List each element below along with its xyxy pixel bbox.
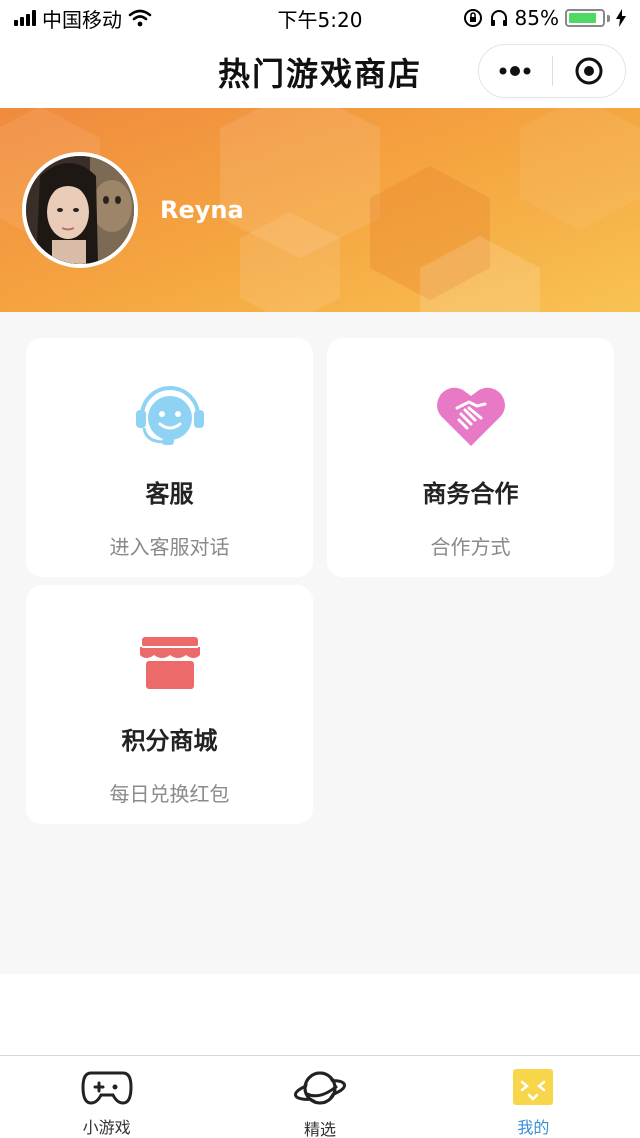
- username: Reyna: [160, 196, 244, 224]
- status-left: 中国移动: [14, 4, 152, 33]
- status-right: 85%: [463, 6, 626, 30]
- profile-banner: Reyna: [0, 108, 640, 312]
- tab-mine[interactable]: 我的: [427, 1056, 640, 1138]
- bottom-tab-bar: 小游戏 精选 我的: [0, 1055, 640, 1138]
- tab-label: 小游戏: [82, 1118, 131, 1137]
- tab-label: 我的: [517, 1118, 550, 1137]
- handshake-heart-icon: [435, 384, 507, 448]
- avatar-photo: [26, 156, 134, 264]
- battery-icon: [565, 9, 610, 27]
- points-mall-card[interactable]: 积分商城 每日兑换红包: [26, 585, 313, 824]
- headphones-icon: [490, 10, 507, 26]
- signal-icon: [14, 10, 36, 26]
- face-icon: [512, 1066, 554, 1108]
- page-title: 热门游戏商店: [217, 55, 422, 93]
- tab-label: 精选: [303, 1120, 336, 1138]
- gamepad-icon: [81, 1066, 133, 1108]
- nav-bar: 热门游戏商店: [0, 36, 640, 108]
- business-cooperation-card[interactable]: 商务合作 合作方式: [327, 338, 614, 577]
- card-subtitle: 合作方式: [430, 535, 511, 559]
- carrier-label: 中国移动: [42, 7, 122, 32]
- mini-program-capsule: [478, 44, 626, 98]
- shop-icon: [138, 631, 202, 695]
- battery-fill: [569, 13, 597, 23]
- status-bar: 中国移动 下午5:20 85%: [0, 0, 640, 36]
- card-title: 积分商城: [121, 727, 218, 755]
- customer-service-icon: [134, 384, 206, 448]
- charging-bolt-icon: [616, 9, 626, 27]
- avatar[interactable]: [22, 152, 138, 268]
- more-dots-icon: [499, 66, 531, 76]
- close-button[interactable]: [553, 45, 626, 97]
- planet-icon: [293, 1066, 347, 1110]
- tab-mini-games[interactable]: 小游戏: [0, 1056, 213, 1138]
- tab-featured[interactable]: 精选: [213, 1056, 426, 1138]
- card-title: 商务合作: [422, 480, 519, 508]
- card-subtitle: 每日兑换红包: [109, 782, 230, 806]
- card-title: 客服: [145, 480, 194, 508]
- more-button[interactable]: [479, 45, 552, 97]
- rotation-lock-icon: [463, 9, 482, 27]
- target-circle-icon: [575, 57, 603, 85]
- services-grid: 客服 进入客服对话 商务合作 合作方式 积分商城 每日兑换红包: [0, 312, 640, 974]
- battery-percent: 85%: [514, 6, 559, 30]
- customer-service-card[interactable]: 客服 进入客服对话: [26, 338, 313, 577]
- card-subtitle: 进入客服对话: [109, 535, 230, 559]
- wifi-icon: [128, 9, 152, 27]
